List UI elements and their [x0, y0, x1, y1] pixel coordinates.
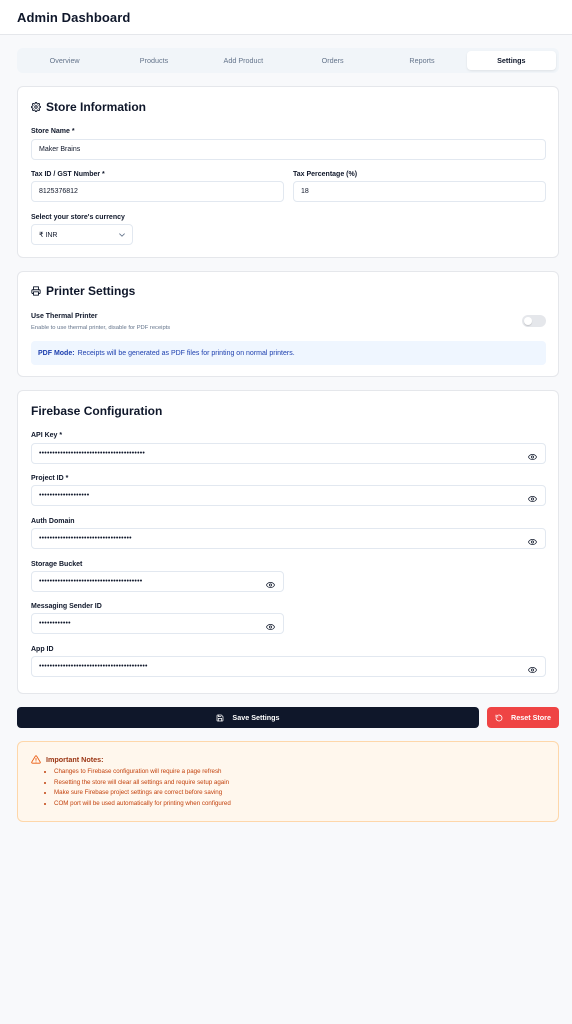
storage-bucket-input[interactable]: ••••••••••••••••••••••••••••••••••••••• — [31, 571, 284, 592]
project-id-input[interactable]: ••••••••••••••••••• — [31, 485, 546, 506]
api-key-value: •••••••••••••••••••••••••••••••••••••••• — [39, 450, 146, 457]
important-notes-title: Important Notes: — [46, 755, 104, 764]
thermal-printer-toggle[interactable] — [522, 315, 546, 327]
pdf-mode-text: Receipts will be generated as PDF files … — [77, 349, 295, 357]
important-notes-header: Important Notes: — [31, 755, 104, 764]
eye-icon[interactable] — [528, 667, 537, 673]
thermal-printer-label: Use Thermal Printer — [31, 313, 98, 320]
tab-settings[interactable]: Settings — [466, 51, 556, 70]
firebase-configuration-title: Firebase Configuration — [31, 404, 163, 418]
printer-icon — [31, 286, 41, 296]
save-settings-button[interactable]: Save Settings — [17, 707, 479, 728]
printer-settings-header: Printer Settings — [31, 284, 135, 298]
toggle-knob — [524, 317, 532, 325]
app-id-input[interactable]: ••••••••••••••••••••••••••••••••••••••••… — [31, 656, 546, 677]
page-title: Admin Dashboard — [17, 10, 131, 25]
tax-percentage-label: Tax Percentage (%) — [293, 171, 358, 178]
list-item: Resetting the store will clear all setti… — [54, 778, 231, 789]
app-id-label: App ID — [31, 646, 54, 653]
tax-id-label: Tax ID / GST Number * — [31, 171, 105, 178]
reset-store-label: Reset Store — [511, 713, 551, 722]
api-key-input[interactable]: •••••••••••••••••••••••••••••••••••••••• — [31, 443, 546, 464]
currency-select[interactable]: ₹ INR — [31, 224, 133, 245]
firebase-configuration-card: Firebase Configuration API Key * •••••••… — [17, 390, 559, 694]
save-icon — [217, 714, 224, 721]
warning-icon — [31, 755, 41, 764]
eye-icon[interactable] — [266, 624, 275, 630]
app-id-value: ••••••••••••••••••••••••••••••••••••••••… — [39, 663, 148, 670]
chevron-down-icon — [119, 233, 125, 237]
list-item: COM port will be used automatically for … — [54, 799, 231, 810]
currency-value: ₹ INR — [39, 231, 58, 239]
eye-icon[interactable] — [528, 454, 537, 460]
tab-bar: Overview Products Add Product Orders Rep… — [17, 48, 559, 73]
firebase-configuration-header: Firebase Configuration — [31, 404, 162, 418]
project-id-value: ••••••••••••••••••• — [39, 492, 90, 499]
tax-id-input[interactable]: 8125376812 — [31, 181, 284, 202]
eye-icon[interactable] — [266, 582, 275, 588]
reset-icon — [495, 714, 503, 721]
messaging-sender-id-value: •••••••••••• — [39, 620, 71, 627]
messaging-sender-id-input[interactable]: •••••••••••• — [31, 613, 284, 634]
list-item: Make sure Firebase project settings are … — [54, 788, 231, 799]
top-bar: Admin Dashboard — [0, 0, 572, 35]
eye-icon[interactable] — [528, 496, 537, 502]
important-notes-list: Changes to Firebase configuration will r… — [54, 767, 231, 809]
tab-overview[interactable]: Overview — [20, 51, 109, 70]
messaging-sender-id-label: Messaging Sender ID — [31, 603, 102, 610]
store-information-header: Store Information — [31, 100, 146, 114]
api-key-label: API Key * — [31, 432, 63, 439]
list-item: Changes to Firebase configuration will r… — [54, 767, 231, 778]
auth-domain-value: ••••••••••••••••••••••••••••••••••• — [39, 535, 132, 542]
auth-domain-input[interactable]: ••••••••••••••••••••••••••••••••••• — [31, 528, 546, 549]
store-name-input[interactable]: Maker Brains — [31, 139, 546, 160]
store-information-title: Store Information — [46, 100, 147, 114]
thermal-printer-hint: Enable to use thermal printer, disable f… — [31, 325, 171, 331]
eye-icon[interactable] — [528, 539, 537, 545]
printer-settings-title: Printer Settings — [46, 284, 136, 298]
tab-reports[interactable]: Reports — [377, 51, 466, 70]
auth-domain-label: Auth Domain — [31, 518, 75, 525]
pdf-mode-info: PDF Mode: Receipts will be generated as … — [31, 341, 546, 365]
tab-orders[interactable]: Orders — [288, 51, 377, 70]
gear-icon — [31, 102, 41, 112]
storage-bucket-label: Storage Bucket — [31, 561, 83, 568]
storage-bucket-value: ••••••••••••••••••••••••••••••••••••••• — [39, 578, 143, 585]
important-notes-panel: Important Notes: Changes to Firebase con… — [17, 741, 559, 822]
store-information-card: Store Information Store Name * Maker Bra… — [17, 86, 559, 258]
pdf-mode-label: PDF Mode: — [38, 349, 75, 357]
project-id-label: Project ID * — [31, 475, 69, 482]
tab-products[interactable]: Products — [109, 51, 198, 70]
tab-add-product[interactable]: Add Product — [199, 51, 288, 70]
tax-percentage-input[interactable]: 18 — [293, 181, 546, 202]
save-settings-label: Save Settings — [232, 713, 280, 722]
reset-store-button[interactable]: Reset Store — [487, 707, 559, 728]
printer-settings-card: Printer Settings Use Thermal Printer Ena… — [17, 271, 559, 377]
currency-label: Select your store's currency — [31, 214, 125, 221]
store-name-label: Store Name * — [31, 128, 75, 135]
